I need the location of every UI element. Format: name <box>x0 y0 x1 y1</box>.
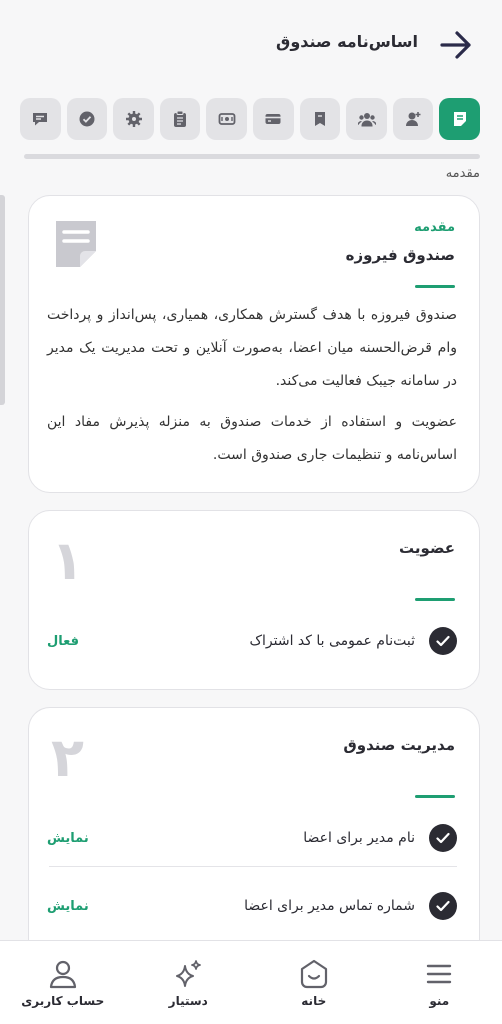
status-badge: نمایش <box>47 830 89 846</box>
tab-users[interactable] <box>346 98 387 140</box>
setting-row: ثبت‌نام عمومی با کد اشتراک فعال <box>47 625 457 657</box>
user-icon <box>49 960 76 988</box>
title-underline <box>415 598 455 601</box>
tab-approved[interactable] <box>66 98 108 140</box>
tab-card[interactable] <box>253 98 294 140</box>
nav-label: حساب کاربری <box>21 993 105 1008</box>
back-button[interactable] <box>438 27 474 63</box>
clipboard-icon <box>174 110 187 127</box>
tab-settings[interactable] <box>113 98 154 140</box>
add-user-icon <box>406 112 421 126</box>
status-badge: نمایش <box>47 898 89 914</box>
tabs-scrollbar[interactable] <box>24 154 480 159</box>
home-icon <box>300 959 327 988</box>
gear-icon <box>125 111 142 127</box>
page-title: اساس‌نامه صندوق <box>276 32 418 51</box>
nav-label: منو <box>429 993 450 1008</box>
section-title: عضویت <box>399 539 455 557</box>
section-number: ۲ <box>51 726 84 789</box>
cash-icon <box>218 113 236 125</box>
intro-paragraph-2: عضویت و استفاده از خدمات صندوق به منزله … <box>47 414 457 463</box>
sparkle-icon <box>176 959 202 987</box>
tab-clipboard[interactable] <box>159 98 201 140</box>
intro-card: مقدمه صندوق فیروزه صندوق فیروزه با هدف گ… <box>28 195 480 493</box>
check-icon <box>429 892 457 920</box>
tab-document[interactable] <box>439 98 480 140</box>
title-underline <box>415 285 455 288</box>
section-title: مدیریت صندوق <box>343 736 455 754</box>
document-icon <box>453 112 466 126</box>
section-number: ۱ <box>51 529 84 592</box>
title-underline <box>415 795 455 798</box>
section-card-membership: ۱ عضویت ثبت‌نام عمومی با کد اشتراک فعال <box>28 510 480 690</box>
section-card-management: ۲ مدیریت صندوق نام مدیر برای اعضا نمایش … <box>28 707 480 967</box>
nav-label: خانه <box>301 993 327 1008</box>
menu-icon <box>427 964 452 983</box>
check-icon <box>429 627 457 655</box>
setting-label: ثبت‌نام عمومی با کد اشتراک <box>249 633 415 649</box>
section-label: مقدمه <box>445 166 480 181</box>
bottom-nav: منو خانه دستیار حساب کاربری <box>0 940 502 1024</box>
bookmark-icon <box>314 112 325 126</box>
nav-menu[interactable]: منو <box>384 958 494 1008</box>
nav-label: دستیار <box>168 993 208 1008</box>
tab-chat[interactable] <box>20 98 61 140</box>
check-icon <box>429 824 457 852</box>
intro-kicker: مقدمه <box>414 220 455 235</box>
tab-add-user[interactable] <box>392 98 434 140</box>
card-icon <box>265 114 281 124</box>
tab-bookmark[interactable] <box>299 98 341 140</box>
setting-label: شماره تماس مدیر برای اعضا <box>244 898 415 914</box>
tab-bar <box>20 98 480 144</box>
chat-icon <box>33 113 48 126</box>
setting-row: نام مدیر برای اعضا نمایش <box>47 822 457 854</box>
check-circle-icon <box>79 111 95 127</box>
page-scrollbar[interactable] <box>0 195 5 405</box>
arrow-right-icon <box>440 31 471 59</box>
status-badge: فعال <box>47 633 80 649</box>
nav-account[interactable]: حساب کاربری <box>8 958 118 1008</box>
nav-assistant[interactable]: دستیار <box>133 958 243 1008</box>
nav-home[interactable]: خانه <box>259 958 369 1008</box>
tab-cash[interactable] <box>206 98 248 140</box>
setting-row: شماره تماس مدیر برای اعضا نمایش <box>47 890 457 922</box>
row-divider <box>49 866 457 867</box>
intro-title: صندوق فیروزه <box>345 246 455 264</box>
intro-paragraph-1: صندوق فیروزه با هدف گسترش همکاری، همیاری… <box>47 307 457 389</box>
setting-label: نام مدیر برای اعضا <box>303 830 415 846</box>
users-icon <box>357 113 376 127</box>
document-icon <box>56 221 96 267</box>
header: اساس‌نامه صندوق <box>0 0 502 90</box>
